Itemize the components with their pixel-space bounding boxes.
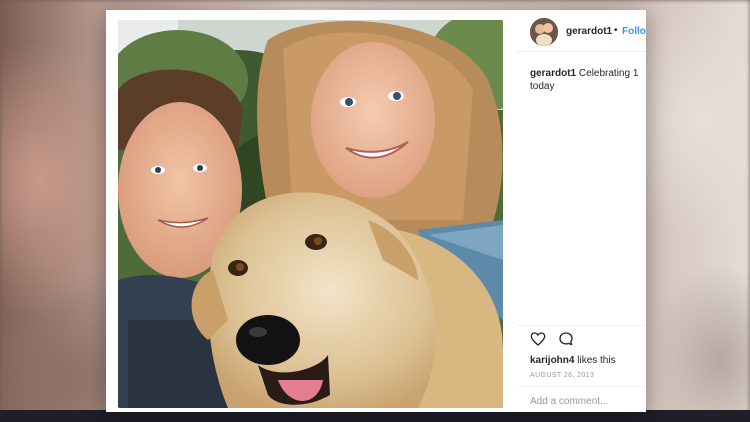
avatar-image: [530, 18, 558, 46]
heart-icon[interactable]: [530, 331, 546, 347]
comment-divider: [516, 386, 646, 387]
actions-divider: [516, 325, 646, 326]
avatar[interactable]: [530, 18, 558, 46]
caption-text-line1: Celebrating 1: [578, 68, 639, 79]
comment-input[interactable]: [530, 396, 640, 407]
likes-suffix: likes this: [577, 355, 616, 366]
post-header: gerardot1 • Follo: [516, 10, 646, 52]
follow-button[interactable]: Follo: [622, 26, 646, 37]
comment-icon[interactable]: [558, 331, 574, 347]
post-date: AUGUST 26, 2013: [530, 372, 595, 379]
likes-summary: karijohn4 likes this: [530, 355, 616, 366]
selfie-photo-illustration: [118, 20, 503, 408]
caption-username[interactable]: gerardot1: [530, 68, 576, 79]
username-link[interactable]: gerardot1: [566, 26, 612, 37]
post-caption: gerardot1 Celebrating 1 today: [530, 67, 646, 95]
separator-dot: •: [614, 25, 618, 36]
post-photo[interactable]: [118, 20, 503, 408]
instagram-post: gerardot1 • Follo gerardot1 Celebrating …: [106, 10, 646, 412]
liker-username[interactable]: karijohn4: [530, 355, 574, 366]
post-sidebar: gerardot1 • Follo gerardot1 Celebrating …: [516, 10, 646, 412]
caption-text-line2: today: [530, 81, 555, 92]
